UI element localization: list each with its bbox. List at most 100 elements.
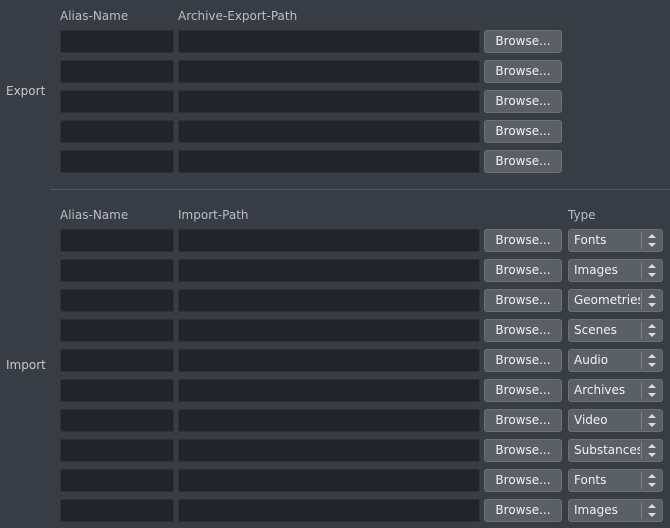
import-browse-button[interactable]: Browse... xyxy=(484,469,562,492)
spinner-up-down-icon[interactable] xyxy=(646,291,658,310)
import-type-value: Video xyxy=(574,413,608,427)
export-row: Browse... xyxy=(0,30,670,53)
import-type-value: Fonts xyxy=(574,473,607,487)
export-alias-input[interactable] xyxy=(60,60,174,83)
import-type-dropdown[interactable]: Fonts xyxy=(568,469,663,492)
import-path-input[interactable] xyxy=(178,439,480,462)
export-browse-button[interactable]: Browse... xyxy=(484,60,562,83)
import-column-header-import-path: Import-Path xyxy=(178,208,249,222)
export-path-input[interactable] xyxy=(178,90,480,113)
import-browse-button[interactable]: Browse... xyxy=(484,289,562,312)
import-type-value: Images xyxy=(574,263,618,277)
combo-separator xyxy=(641,352,642,369)
import-path-input[interactable] xyxy=(178,289,480,312)
import-path-input[interactable] xyxy=(178,259,480,282)
import-browse-button[interactable]: Browse... xyxy=(484,319,562,342)
import-type-dropdown[interactable]: Geometries xyxy=(568,289,663,312)
import-path-input[interactable] xyxy=(178,319,480,342)
import-alias-input[interactable] xyxy=(60,259,174,282)
export-alias-input[interactable] xyxy=(60,30,174,53)
import-column-header-alias-name: Alias-Name xyxy=(60,208,129,222)
export-browse-button[interactable]: Browse... xyxy=(484,90,562,113)
import-row: Browse... Images xyxy=(0,259,670,282)
spinner-up-down-icon[interactable] xyxy=(646,471,658,490)
export-column-header-alias-name: Alias-Name xyxy=(60,9,129,23)
import-type-dropdown[interactable]: Audio xyxy=(568,349,663,372)
import-row: Browse... Substances xyxy=(0,439,670,462)
import-path-input[interactable] xyxy=(178,349,480,372)
import-browse-button[interactable]: Browse... xyxy=(484,439,562,462)
export-alias-input[interactable] xyxy=(60,120,174,143)
combo-separator xyxy=(641,442,642,459)
export-browse-button[interactable]: Browse... xyxy=(484,30,562,53)
import-type-dropdown[interactable]: Fonts xyxy=(568,229,663,252)
export-panel: Export Alias-Name Archive-Export-Path Br… xyxy=(0,0,670,180)
combo-separator xyxy=(641,382,642,399)
import-row: Browse... Geometries xyxy=(0,289,670,312)
export-path-input[interactable] xyxy=(178,150,480,173)
combo-separator xyxy=(641,412,642,429)
import-alias-input[interactable] xyxy=(60,409,174,432)
import-browse-button[interactable]: Browse... xyxy=(484,349,562,372)
import-panel: Import Alias-Name Import-Path Type Brows… xyxy=(0,200,670,528)
spinner-up-down-icon[interactable] xyxy=(646,441,658,460)
export-column-header-archive-export-path: Archive-Export-Path xyxy=(178,9,298,23)
export-browse-button[interactable]: Browse... xyxy=(484,120,562,143)
import-path-input[interactable] xyxy=(178,379,480,402)
import-alias-input[interactable] xyxy=(60,499,174,522)
combo-separator xyxy=(641,472,642,489)
import-browse-button[interactable]: Browse... xyxy=(484,259,562,282)
import-type-value: Substances xyxy=(574,443,640,457)
combo-separator xyxy=(641,232,642,249)
import-type-dropdown[interactable]: Scenes xyxy=(568,319,663,342)
import-type-value: Scenes xyxy=(574,323,617,337)
import-type-dropdown[interactable]: Images xyxy=(568,259,663,282)
export-row: Browse... xyxy=(0,60,670,83)
import-path-input[interactable] xyxy=(178,499,480,522)
import-path-input[interactable] xyxy=(178,229,480,252)
import-type-dropdown[interactable]: Substances xyxy=(568,439,663,462)
spinner-up-down-icon[interactable] xyxy=(646,261,658,280)
export-row: Browse... xyxy=(0,90,670,113)
import-browse-button[interactable]: Browse... xyxy=(484,229,562,252)
export-path-input[interactable] xyxy=(178,60,480,83)
import-type-value: Audio xyxy=(574,353,609,367)
combo-separator xyxy=(641,262,642,279)
export-alias-input[interactable] xyxy=(60,150,174,173)
spinner-up-down-icon[interactable] xyxy=(646,231,658,250)
spinner-up-down-icon[interactable] xyxy=(646,501,658,520)
import-browse-button[interactable]: Browse... xyxy=(484,379,562,402)
spinner-up-down-icon[interactable] xyxy=(646,411,658,430)
import-browse-button[interactable]: Browse... xyxy=(484,409,562,432)
import-type-value: Images xyxy=(574,503,618,517)
spinner-up-down-icon[interactable] xyxy=(646,351,658,370)
section-divider xyxy=(50,189,670,190)
import-alias-input[interactable] xyxy=(60,229,174,252)
import-alias-input[interactable] xyxy=(60,439,174,462)
combo-separator xyxy=(641,322,642,339)
export-browse-button[interactable]: Browse... xyxy=(484,150,562,173)
import-row: Browse... Archives xyxy=(0,379,670,402)
spinner-up-down-icon[interactable] xyxy=(646,321,658,340)
export-alias-input[interactable] xyxy=(60,90,174,113)
import-row: Browse... Video xyxy=(0,409,670,432)
import-alias-input[interactable] xyxy=(60,319,174,342)
import-alias-input[interactable] xyxy=(60,469,174,492)
import-type-dropdown[interactable]: Archives xyxy=(568,379,663,402)
export-path-input[interactable] xyxy=(178,30,480,53)
import-type-dropdown[interactable]: Images xyxy=(568,499,663,522)
import-column-header-type: Type xyxy=(568,208,596,222)
import-alias-input[interactable] xyxy=(60,349,174,372)
import-alias-input[interactable] xyxy=(60,289,174,312)
import-type-value: Geometries xyxy=(574,293,640,307)
import-path-input[interactable] xyxy=(178,469,480,492)
export-row: Browse... xyxy=(0,120,670,143)
spinner-up-down-icon[interactable] xyxy=(646,381,658,400)
import-browse-button[interactable]: Browse... xyxy=(484,499,562,522)
import-alias-input[interactable] xyxy=(60,379,174,402)
import-type-value: Archives xyxy=(574,383,626,397)
export-path-input[interactable] xyxy=(178,120,480,143)
import-type-dropdown[interactable]: Video xyxy=(568,409,663,432)
import-row: Browse... Images xyxy=(0,499,670,522)
import-path-input[interactable] xyxy=(178,409,480,432)
